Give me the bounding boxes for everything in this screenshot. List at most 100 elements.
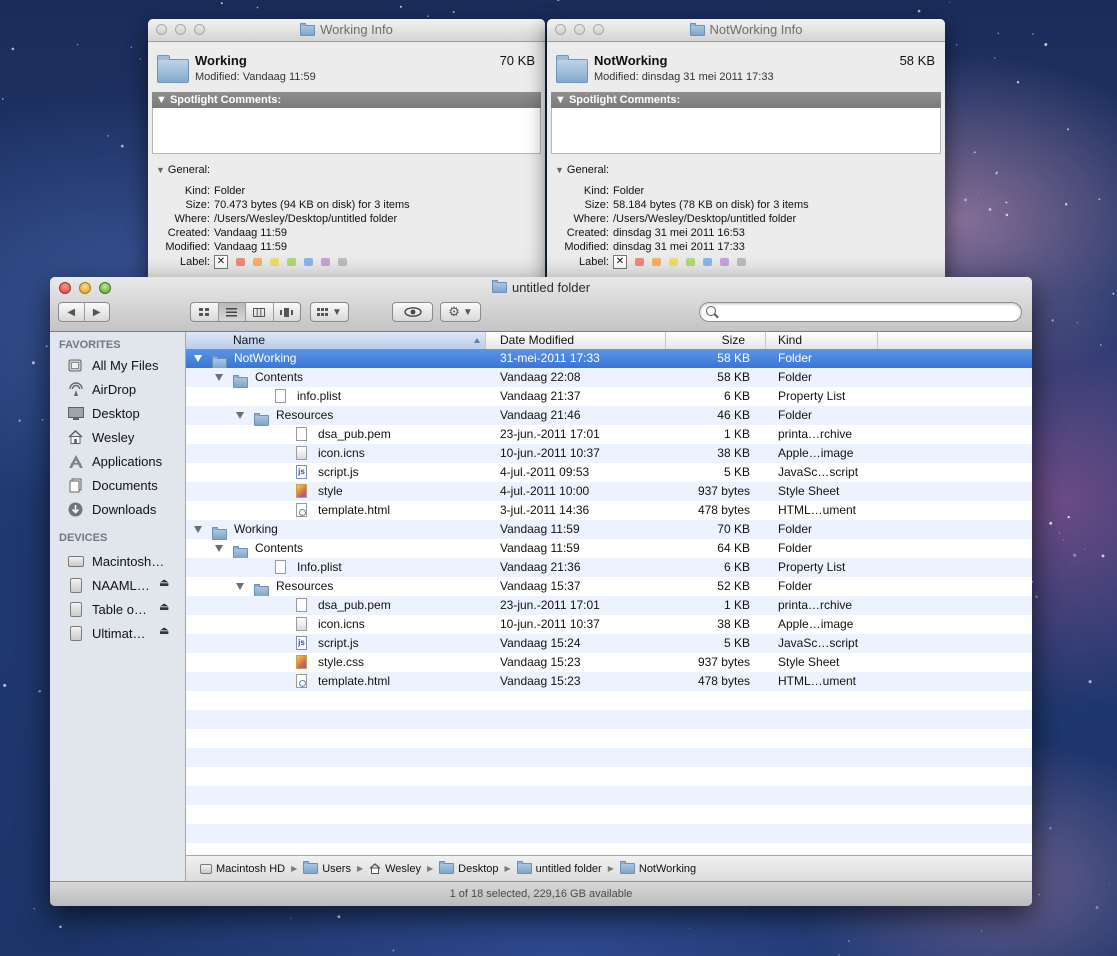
label-color-swatch[interactable]: [635, 258, 644, 267]
label-color-swatch[interactable]: [287, 258, 296, 267]
minimize-button[interactable]: [574, 24, 585, 35]
quick-look-button[interactable]: [392, 302, 433, 322]
sidebar-item-applications[interactable]: Applications: [67, 450, 162, 472]
label-none-button[interactable]: ✕: [613, 255, 627, 270]
label-color-swatch[interactable]: [304, 258, 313, 267]
spotlight-comments-header[interactable]: ▼ Spotlight Comments:: [152, 92, 541, 108]
eject-icon[interactable]: ⏏: [159, 624, 169, 637]
file-row[interactable]: Resources Vandaag 21:46 46 KB Folder: [186, 406, 1032, 426]
name-column-header[interactable]: Name: [186, 332, 486, 349]
disclosure-triangle-icon[interactable]: [194, 526, 202, 533]
sidebar-device-item[interactable]: Macintosh…: [67, 550, 164, 572]
label-color-swatch[interactable]: [669, 258, 678, 267]
path-item[interactable]: untitled folder: [516, 861, 602, 875]
file-date-modified: Vandaag 15:37: [500, 579, 581, 593]
sidebar-device-item[interactable]: NAAML…: [67, 574, 150, 596]
label-color-swatch[interactable]: [253, 258, 262, 267]
general-section-header[interactable]: ▼ General:: [148, 164, 545, 178]
icon-view-button[interactable]: [191, 303, 219, 321]
zoom-button[interactable]: [194, 24, 205, 35]
working-info-window: Working Info Working 70 KB Modified: Van…: [148, 19, 545, 281]
minimize-button[interactable]: [175, 24, 186, 35]
column-view-button[interactable]: [246, 303, 274, 321]
spotlight-comments-field[interactable]: [152, 108, 541, 154]
disclosure-triangle-icon[interactable]: [236, 412, 244, 419]
file-row[interactable]: info.plist Vandaag 21:37 6 KB Property List: [186, 387, 1032, 406]
kind-column-header[interactable]: Kind: [766, 332, 878, 349]
path-item[interactable]: Wesley: [369, 863, 421, 875]
file-row[interactable]: js script.js 4-jul.-2011 09:53 5 KB JavaSc…s…: [186, 463, 1032, 482]
label-none-button[interactable]: ✕: [214, 255, 228, 270]
label-color-swatch[interactable]: [703, 258, 712, 267]
disclosure-triangle-icon[interactable]: [215, 374, 223, 381]
label-color-swatch[interactable]: [270, 258, 279, 267]
file-row[interactable]: dsa_pub.pem 23-jun.-2011 17:01 1 KB printa……: [186, 596, 1032, 615]
star: [978, 192, 980, 194]
back-button[interactable]: ◀: [59, 303, 85, 321]
sidebar-item-all-my-files[interactable]: All My Files: [67, 354, 158, 376]
general-section-header[interactable]: ▼ General:: [547, 164, 945, 178]
path-item[interactable]: Desktop: [439, 861, 499, 875]
file-row[interactable]: template.html Vandaag 15:23 478 bytes HTML……: [186, 672, 1032, 691]
window-controls: [555, 24, 604, 35]
info-window-titlebar[interactable]: NotWorking Info: [547, 19, 945, 42]
sidebar-item-downloads[interactable]: Downloads: [67, 498, 156, 520]
file-size: 46 KB: [717, 408, 750, 422]
label-color-swatch[interactable]: [737, 258, 746, 267]
label-color-swatch[interactable]: [338, 258, 347, 267]
label-color-swatch[interactable]: [321, 258, 330, 267]
file-row[interactable]: Contents Vandaag 11:59 64 KB Folder: [186, 539, 1032, 559]
spotlight-comments-header[interactable]: ▼ Spotlight Comments:: [551, 92, 941, 108]
date-column-header[interactable]: Date Modified: [486, 332, 666, 349]
file-row[interactable]: Info.plist Vandaag 21:36 6 KB Property List: [186, 558, 1032, 577]
file-row[interactable]: style.css Vandaag 15:23 937 bytes Style She…: [186, 653, 1032, 672]
cover-flow-button[interactable]: [274, 303, 301, 321]
folder-icon: [157, 55, 189, 83]
file-row[interactable]: template.html 3-jul.-2011 14:36 478 bytes H…: [186, 501, 1032, 520]
label-color-swatch[interactable]: [236, 258, 245, 267]
search-input[interactable]: [699, 302, 1022, 322]
spotlight-comments-field[interactable]: [551, 108, 941, 154]
sidebar-item-documents[interactable]: Documents: [67, 474, 158, 496]
list-view-button[interactable]: [218, 303, 246, 321]
disclosure-triangle-icon: ▼: [555, 165, 564, 175]
disclosure-triangle-icon[interactable]: [194, 355, 202, 362]
list-view-icon: [226, 307, 238, 316]
arrange-menu-button[interactable]: ▼: [310, 302, 349, 322]
label-color-swatch[interactable]: [720, 258, 729, 267]
eject-icon[interactable]: ⏏: [159, 600, 169, 613]
file-row[interactable]: Resources Vandaag 15:37 52 KB Folder: [186, 577, 1032, 597]
sidebar-item-wesley[interactable]: Wesley: [67, 426, 134, 448]
file-row[interactable]: js script.js Vandaag 15:24 5 KB JavaSc…scrip…: [186, 634, 1032, 653]
sidebar-device-item[interactable]: Table o…: [67, 598, 147, 620]
star: [1084, 548, 1086, 550]
file-row[interactable]: icon.icns 10-jun.-2011 10:37 38 KB Apple…im…: [186, 615, 1032, 634]
star: [59, 925, 62, 929]
eject-icon[interactable]: ⏏: [159, 576, 169, 589]
close-button[interactable]: [156, 24, 167, 35]
sidebar-item-desktop[interactable]: Desktop: [67, 402, 140, 424]
disclosure-triangle-icon[interactable]: [236, 583, 244, 590]
file-row[interactable]: icon.icns 10-jun.-2011 10:37 38 KB Apple…im…: [186, 444, 1032, 463]
sidebar-item-airdrop[interactable]: AirDrop: [67, 378, 136, 400]
zoom-button[interactable]: [593, 24, 604, 35]
file-row[interactable]: style 4-jul.-2011 10:00 937 bytes Style She…: [186, 482, 1032, 501]
close-button[interactable]: [555, 24, 566, 35]
label-color-swatch[interactable]: [652, 258, 661, 267]
file-row[interactable]: Working Vandaag 11:59 70 KB Folder: [186, 520, 1032, 540]
disclosure-triangle-icon[interactable]: [215, 545, 223, 552]
forward-button[interactable]: ▶: [85, 303, 110, 321]
action-menu-button[interactable]: ⚙ ▼: [440, 302, 481, 322]
sidebar-device-item[interactable]: Ultimat…: [67, 622, 145, 644]
file-name: Info.plist: [297, 560, 342, 574]
file-row[interactable]: Contents Vandaag 22:08 58 KB Folder: [186, 368, 1032, 388]
star: [1100, 282, 1102, 284]
path-item[interactable]: NotWorking: [619, 861, 696, 875]
label-color-swatch[interactable]: [686, 258, 695, 267]
size-column-header[interactable]: Size: [666, 332, 766, 349]
file-row[interactable]: NotWorking 31-mei-2011 17:33 58 KB Folder: [186, 349, 1032, 369]
file-row[interactable]: dsa_pub.pem 23-jun.-2011 17:01 1 KB printa……: [186, 425, 1032, 444]
path-item[interactable]: Macintosh HD: [200, 863, 285, 875]
info-window-titlebar[interactable]: Working Info: [148, 19, 545, 42]
path-item[interactable]: Users: [303, 861, 351, 875]
